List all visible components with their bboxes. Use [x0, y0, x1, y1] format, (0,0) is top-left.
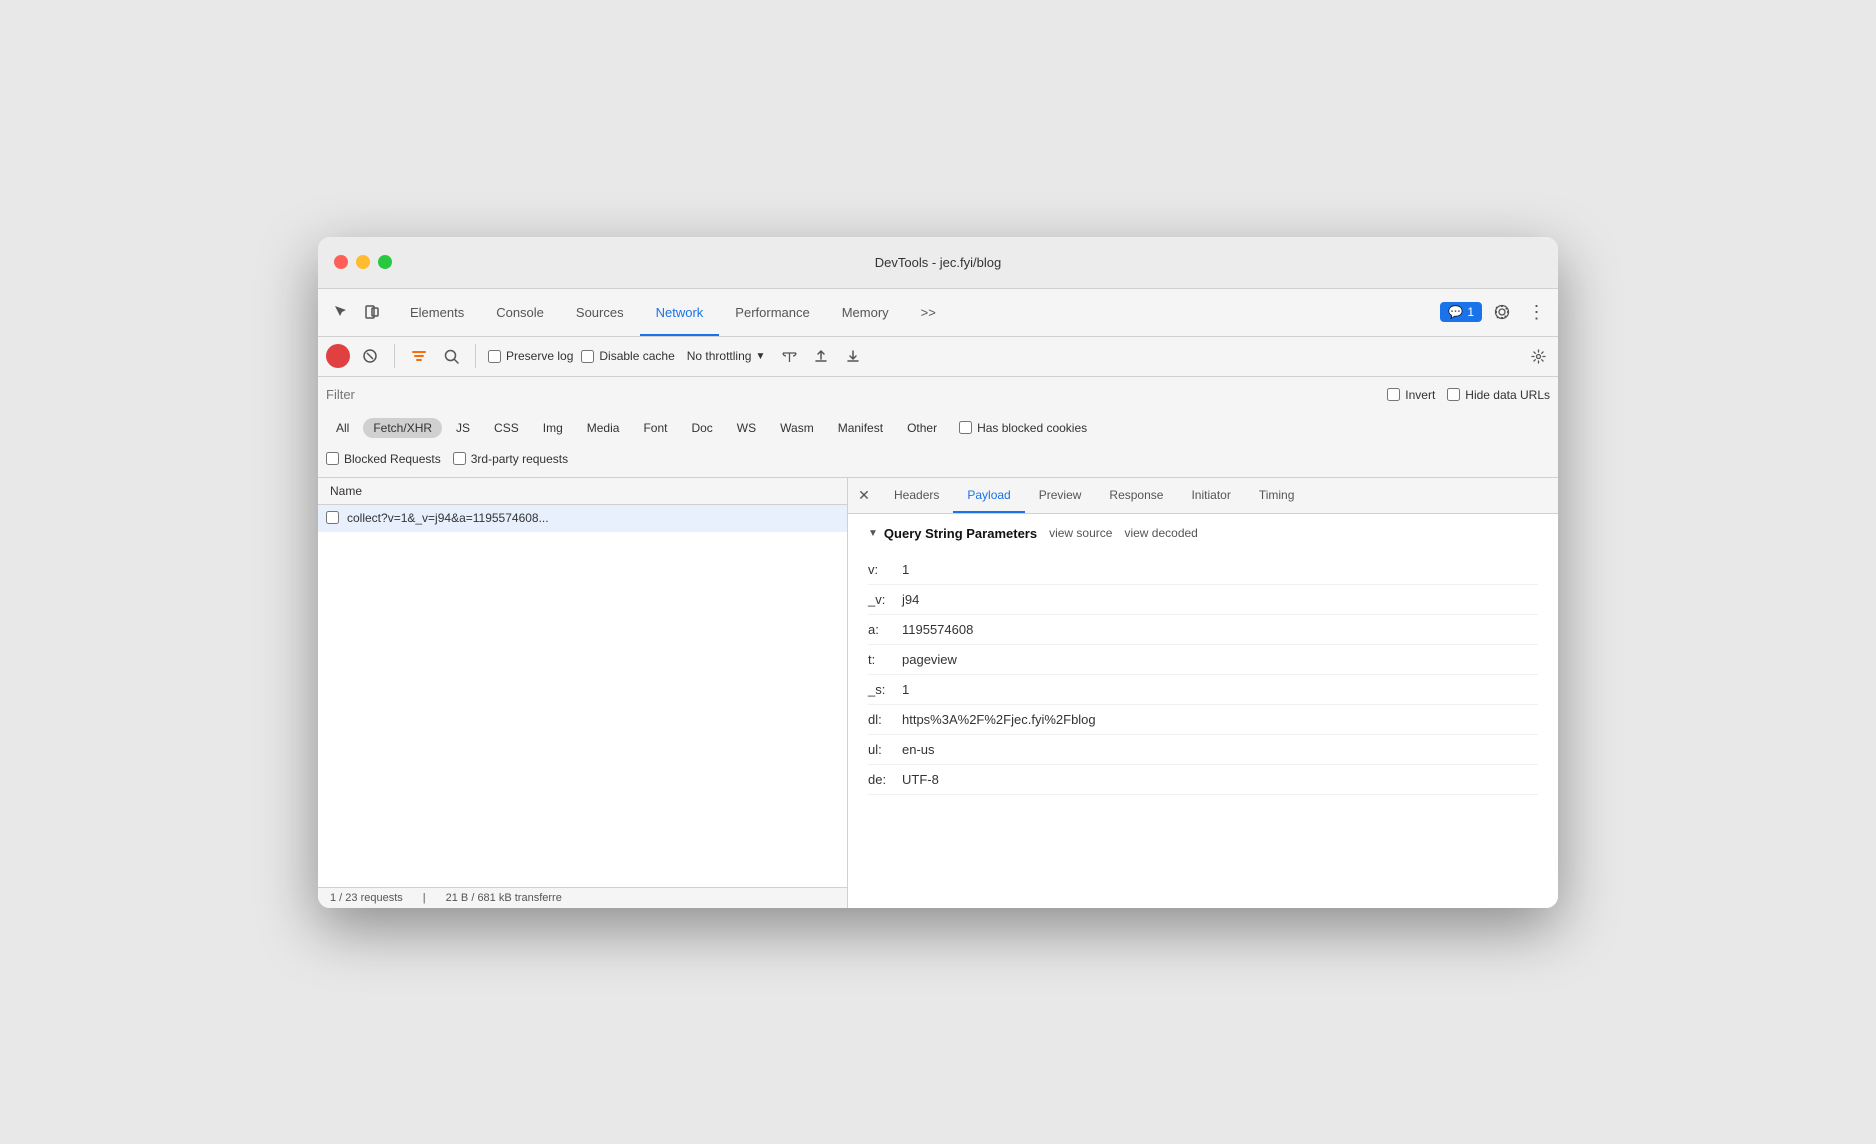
devtools-window: DevTools - jec.fyi/blog Elements Console: [318, 237, 1558, 908]
tab-payload[interactable]: Payload: [953, 478, 1024, 513]
disable-cache-checkbox[interactable]: [581, 350, 594, 363]
clear-icon[interactable]: [358, 344, 382, 368]
payload-section-title: ▼ Query String Parameters: [868, 526, 1037, 541]
details-panel: ✕ Headers Payload Preview Response Initi…: [848, 478, 1558, 908]
chat-badge[interactable]: 💬 1: [1440, 302, 1482, 322]
close-detail-icon[interactable]: ✕: [852, 483, 876, 507]
view-source-link[interactable]: view source: [1049, 526, 1112, 540]
request-checkbox[interactable]: [326, 511, 339, 524]
filter-fetch-xhr[interactable]: Fetch/XHR: [363, 418, 442, 438]
status-bar: 1 / 23 requests | 21 B / 681 kB transfer…: [318, 887, 847, 908]
list-item: _s: 1: [868, 675, 1538, 705]
filter-options: Invert Hide data URLs: [1387, 388, 1550, 402]
throttle-dropdown[interactable]: No throttling ▼: [683, 347, 770, 365]
record-button[interactable]: [326, 344, 350, 368]
download-icon[interactable]: [841, 344, 865, 368]
filter-font[interactable]: Font: [633, 418, 677, 438]
list-item: a: 1195574608: [868, 615, 1538, 645]
search-icon[interactable]: [439, 344, 463, 368]
preserve-log-checkbox[interactable]: [488, 350, 501, 363]
filter-row1: Invert Hide data URLs: [326, 377, 1550, 413]
window-title: DevTools - jec.fyi/blog: [875, 255, 1001, 270]
list-item: _v: j94: [868, 585, 1538, 615]
filter-img[interactable]: Img: [533, 418, 573, 438]
tab-elements[interactable]: Elements: [394, 289, 480, 336]
filter-doc[interactable]: Doc: [681, 418, 722, 438]
toolbar-icons: [326, 298, 386, 326]
preserve-log-label[interactable]: Preserve log: [488, 349, 573, 363]
tab-nav: Elements Console Sources Network Perform…: [394, 289, 1440, 336]
payload-content: ▼ Query String Parameters view source vi…: [848, 514, 1558, 908]
filter-media[interactable]: Media: [577, 418, 630, 438]
filter-bar: Invert Hide data URLs All Fetch/XHR JS C…: [318, 377, 1558, 478]
tab-headers[interactable]: Headers: [880, 478, 953, 513]
list-item: de: UTF-8: [868, 765, 1538, 795]
filter-input[interactable]: [326, 387, 1379, 402]
divider2: [475, 344, 476, 368]
list-item: dl: https%3A%2F%2Fjec.fyi%2Fblog: [868, 705, 1538, 735]
titlebar: DevTools - jec.fyi/blog: [318, 237, 1558, 289]
invert-checkbox[interactable]: [1387, 388, 1400, 401]
third-party-checkbox[interactable]: [453, 452, 466, 465]
filter-ws[interactable]: WS: [727, 418, 766, 438]
disable-cache-label[interactable]: Disable cache: [581, 349, 674, 363]
chevron-down-icon: ▼: [755, 351, 765, 362]
maximize-button[interactable]: [378, 255, 392, 269]
main-toolbar: Elements Console Sources Network Perform…: [318, 289, 1558, 337]
upload-icon[interactable]: [809, 344, 833, 368]
filter-icon[interactable]: [407, 344, 431, 368]
filter-js[interactable]: JS: [446, 418, 480, 438]
network-settings-icon[interactable]: [777, 344, 801, 368]
blocked-cookies-label[interactable]: Has blocked cookies: [959, 421, 1087, 435]
filter-row2: All Fetch/XHR JS CSS Img Media Font Doc …: [326, 413, 1550, 447]
hide-data-urls-label[interactable]: Hide data URLs: [1447, 388, 1550, 402]
close-button[interactable]: [334, 255, 348, 269]
list-item: ul: en-us: [868, 735, 1538, 765]
more-options-icon[interactable]: ⋮: [1522, 298, 1550, 326]
hide-data-urls-checkbox[interactable]: [1447, 388, 1460, 401]
table-row[interactable]: collect?v=1&_v=j94&a=1195574608...: [318, 505, 847, 532]
tab-network[interactable]: Network: [640, 289, 720, 336]
tab-initiator[interactable]: Initiator: [1177, 478, 1244, 513]
tab-memory[interactable]: Memory: [826, 289, 905, 336]
tab-performance[interactable]: Performance: [719, 289, 825, 336]
list-item: t: pageview: [868, 645, 1538, 675]
details-tabs: ✕ Headers Payload Preview Response Initi…: [848, 478, 1558, 514]
filter-row3: Blocked Requests 3rd-party requests: [326, 447, 1550, 477]
traffic-lights: [334, 255, 392, 269]
blocked-cookies-checkbox[interactable]: [959, 421, 972, 434]
divider: [394, 344, 395, 368]
filter-all[interactable]: All: [326, 418, 359, 438]
requests-list: collect?v=1&_v=j94&a=1195574608...: [318, 505, 847, 887]
filter-css[interactable]: CSS: [484, 418, 529, 438]
tab-console[interactable]: Console: [480, 289, 560, 336]
device-toolbar-icon[interactable]: [358, 298, 386, 326]
toolbar-right: 💬 1 ⋮: [1440, 298, 1550, 326]
filter-manifest[interactable]: Manifest: [828, 418, 893, 438]
network-toolbar: Preserve log Disable cache No throttling…: [318, 337, 1558, 377]
triangle-icon: ▼: [868, 528, 878, 539]
network-gear-icon[interactable]: [1526, 344, 1550, 368]
filter-wasm[interactable]: Wasm: [770, 418, 824, 438]
filter-other[interactable]: Other: [897, 418, 947, 438]
tab-response[interactable]: Response: [1095, 478, 1177, 513]
inspect-icon[interactable]: [326, 298, 354, 326]
tab-sources[interactable]: Sources: [560, 289, 640, 336]
third-party-label[interactable]: 3rd-party requests: [453, 452, 568, 466]
invert-label[interactable]: Invert: [1387, 388, 1435, 402]
list-item: v: 1: [868, 555, 1538, 585]
settings-icon[interactable]: [1488, 298, 1516, 326]
blocked-requests-checkbox[interactable]: [326, 452, 339, 465]
payload-section-header: ▼ Query String Parameters view source vi…: [868, 526, 1538, 541]
blocked-requests-label[interactable]: Blocked Requests: [326, 452, 441, 466]
tab-timing[interactable]: Timing: [1245, 478, 1309, 513]
requests-panel: Name collect?v=1&_v=j94&a=1195574608... …: [318, 478, 848, 908]
view-decoded-link[interactable]: view decoded: [1124, 526, 1197, 540]
tab-preview[interactable]: Preview: [1025, 478, 1096, 513]
content-area: Name collect?v=1&_v=j94&a=1195574608... …: [318, 478, 1558, 908]
requests-header: Name: [318, 478, 847, 505]
tab-more[interactable]: >>: [905, 289, 952, 336]
minimize-button[interactable]: [356, 255, 370, 269]
